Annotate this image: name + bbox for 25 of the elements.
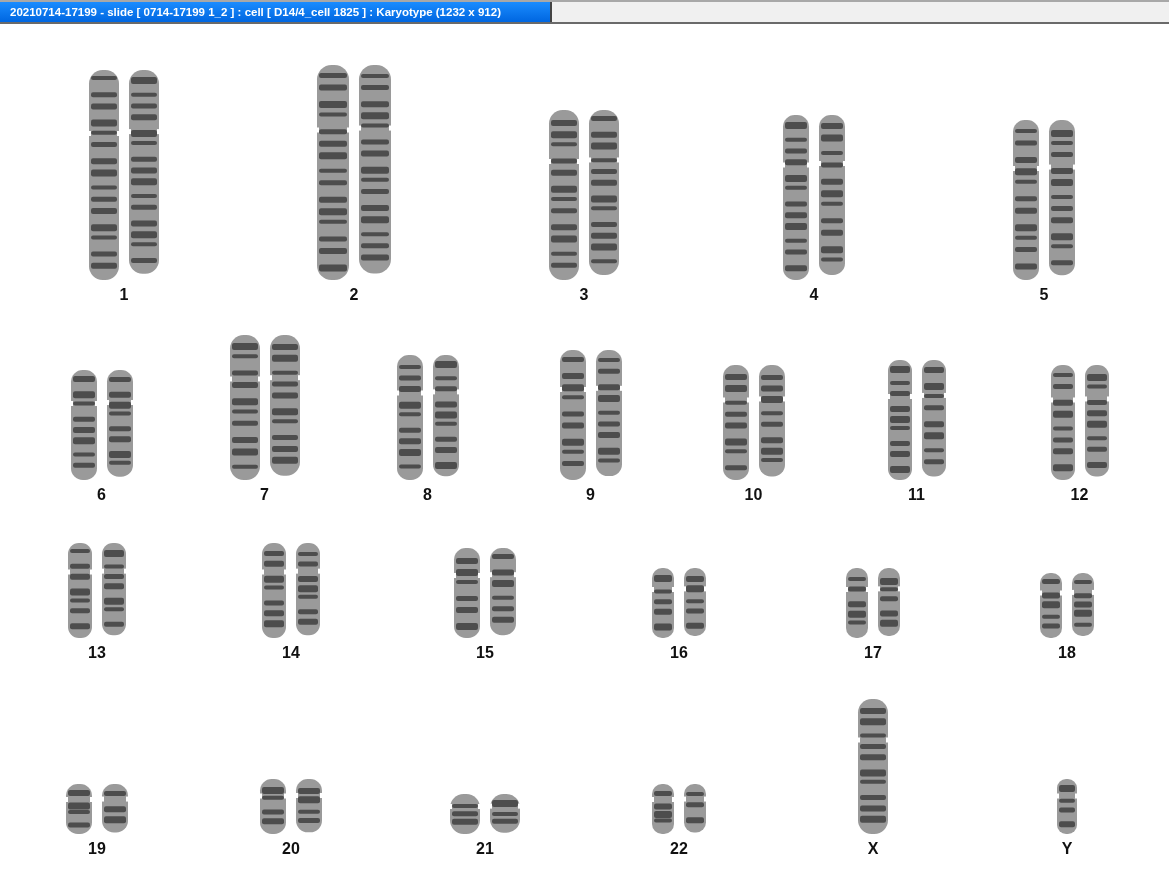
chromosome-label: 15: [476, 644, 494, 662]
chromosome-label: 6: [97, 486, 106, 504]
chromosome-label: 16: [670, 644, 688, 662]
chromosome-label: 22: [670, 840, 688, 858]
chromosome-label: 1: [119, 286, 129, 304]
chromosome-label: Y: [1061, 840, 1073, 858]
chromosome-label: 21: [476, 840, 494, 858]
chromosome-label: 10: [744, 486, 763, 504]
chromosome-label: X: [867, 840, 879, 858]
chromosome-label: 14: [282, 644, 300, 662]
chromosome-label: 18: [1058, 644, 1076, 662]
chromosome-label: 3: [579, 286, 589, 304]
chromosome-label: 12: [1070, 486, 1089, 504]
chromosome-label: 8: [423, 486, 432, 504]
chromosome-label: 13: [88, 644, 106, 662]
chromosome-label: 20: [282, 840, 300, 858]
chromosome-label: 19: [88, 840, 106, 858]
chromosome-label: 7: [260, 486, 269, 504]
chromosome-label: 17: [864, 644, 882, 662]
chromosome-label: 11: [908, 486, 925, 504]
chromosome-label: 4: [809, 286, 819, 304]
window-title: 20210714-17199 - slide [ 0714-17199 1_2 ] : cell [ D14/4_cell 1825 ] : Karyotype (1232 x 912): [0, 2, 552, 22]
chromosome-label: 2: [349, 286, 359, 304]
chromosome-label: 9: [586, 486, 595, 504]
chromosome-label: 5: [1039, 286, 1049, 304]
